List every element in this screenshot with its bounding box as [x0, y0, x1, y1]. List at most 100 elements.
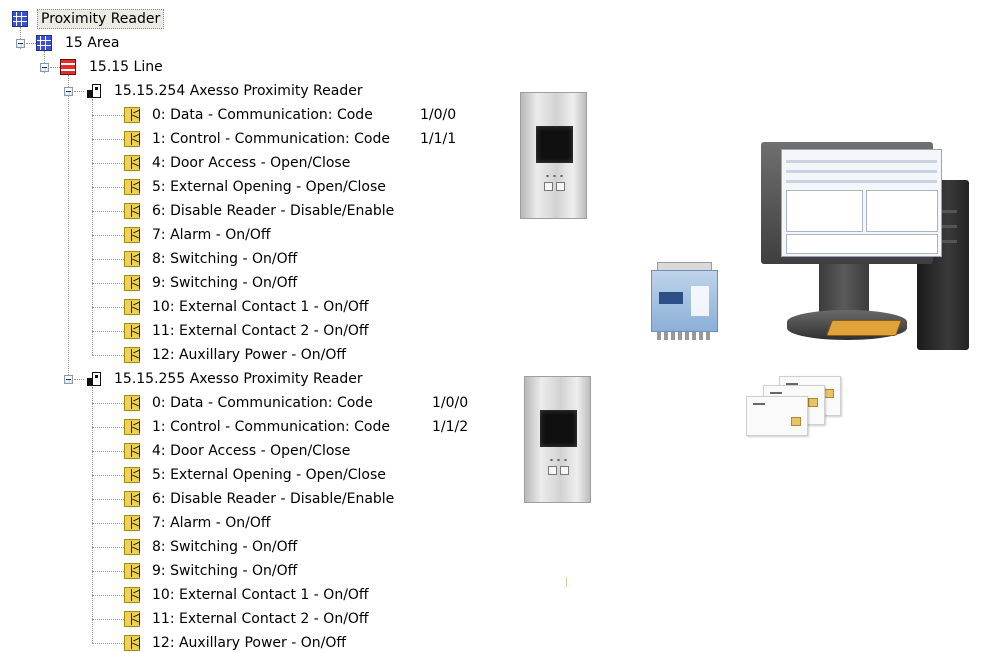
tree-connector	[92, 163, 124, 164]
communication-object-label: 4: Door Access - Open/Close	[152, 443, 351, 459]
communication-object-label: 10: External Contact 1 - On/Off	[152, 299, 369, 315]
communication-object-label: 9: Switching - On/Off	[152, 275, 298, 291]
tree-connector	[26, 43, 36, 44]
communication-object[interactable]: 6: Disable Reader - Disable/Enable	[149, 489, 397, 509]
communication-object[interactable]: 5: External Opening - Open/Close	[149, 177, 389, 197]
tree-node-line[interactable]: 15.15 Line	[86, 57, 166, 77]
tree-node-root-label: Proximity Reader	[37, 9, 165, 29]
collapse-icon[interactable]	[16, 39, 25, 48]
communication-object-icon	[124, 107, 140, 123]
communication-object[interactable]: 7: Alarm - On/Off	[149, 225, 274, 245]
communication-object-icon	[124, 395, 140, 411]
communication-object[interactable]: 4: Door Access - Open/Close	[149, 153, 353, 173]
communication-object-icon	[124, 515, 140, 531]
communication-object[interactable]: 1: Control - Communication: Code	[149, 129, 393, 149]
reader-leds	[548, 459, 568, 461]
reader-key	[560, 466, 569, 475]
communication-object-icon	[124, 491, 140, 507]
tree-connector	[92, 403, 124, 404]
communication-object-label: 10: External Contact 1 - On/Off	[152, 587, 369, 603]
computer-image	[747, 142, 975, 362]
communication-object[interactable]: 5: External Opening - Open/Close	[149, 465, 389, 485]
tree-connector	[92, 235, 124, 236]
tree-connector	[92, 187, 124, 188]
gateway-module-image	[651, 262, 718, 342]
communication-object[interactable]: 10: External Contact 1 - On/Off	[149, 297, 372, 317]
communication-object[interactable]: 4: Door Access - Open/Close	[149, 441, 353, 461]
communication-object-icon	[124, 611, 140, 627]
communication-object[interactable]: 12: Auxillary Power - On/Off	[149, 633, 349, 653]
tree-connector	[92, 283, 124, 284]
reader-screen	[536, 126, 573, 163]
card-reader-pad	[826, 320, 902, 336]
communication-object-icon	[124, 131, 140, 147]
communication-object[interactable]: 0: Data - Communication: Code	[149, 105, 376, 125]
tree-connector	[92, 475, 124, 476]
proximity-reader-image	[520, 92, 587, 219]
communication-object-icon	[124, 251, 140, 267]
communication-object-icon	[124, 539, 140, 555]
tree-node-line-label: 15.15 Line	[89, 59, 163, 75]
communication-object-icon	[124, 227, 140, 243]
communication-object[interactable]: 8: Switching - On/Off	[149, 249, 300, 269]
tree-node-area-label: 15 Area	[65, 35, 120, 51]
tree-connector	[92, 547, 124, 548]
tree-connector	[92, 571, 124, 572]
tree-node-device[interactable]: 15.15.254 Axesso Proximity Reader	[111, 81, 366, 101]
communication-object-icon	[124, 299, 140, 315]
monitor	[761, 142, 942, 264]
communication-object[interactable]: 0: Data - Communication: Code	[149, 393, 376, 413]
tree-connector	[92, 307, 124, 308]
communication-object[interactable]: 6: Disable Reader - Disable/Enable	[149, 201, 397, 221]
reader-key	[544, 182, 553, 191]
communication-object[interactable]: 9: Switching - On/Off	[149, 273, 300, 293]
communication-object[interactable]: 9: Switching - On/Off	[149, 561, 300, 581]
tree-node-device[interactable]: 15.15.255 Axesso Proximity Reader	[111, 369, 366, 389]
communication-object[interactable]: 1: Control - Communication: Code	[149, 417, 393, 437]
reader-leds	[544, 175, 564, 177]
tree-connector	[92, 259, 124, 260]
communication-object-label: 9: Switching - On/Off	[152, 563, 298, 579]
communication-object-label: 1: Control - Communication: Code	[152, 419, 390, 435]
communication-object-label: 7: Alarm - On/Off	[152, 515, 271, 531]
tree-connector	[92, 355, 124, 356]
collapse-icon[interactable]	[64, 87, 73, 96]
tree-connector	[68, 75, 69, 379]
communication-object[interactable]: 12: Auxillary Power - On/Off	[149, 345, 349, 365]
communication-object-label: 1: Control - Communication: Code	[152, 131, 390, 147]
communication-object-label: 5: External Opening - Open/Close	[152, 467, 386, 483]
communication-object[interactable]: 10: External Contact 1 - On/Off	[149, 585, 372, 605]
tree-node-area[interactable]: 15 Area	[62, 33, 122, 53]
reader-screen	[540, 410, 577, 447]
group-address: 1/0/0	[420, 107, 457, 123]
device-tree: Proximity Reader 15 Area 15.15 Line 15.15.2…	[0, 0, 520, 653]
communication-object-label: 5: External Opening - Open/Close	[152, 179, 386, 195]
communication-object[interactable]: 11: External Contact 2 - On/Off	[149, 609, 372, 629]
communication-object-icon	[124, 419, 140, 435]
reader-key	[556, 182, 565, 191]
collapse-icon[interactable]	[40, 63, 49, 72]
tree-connector	[92, 451, 124, 452]
tree-node-device-label: 15.15.254 Axesso Proximity Reader	[114, 83, 363, 99]
tree-connector	[50, 67, 60, 68]
tree-connector	[92, 331, 124, 332]
tree-connector	[92, 619, 124, 620]
tree-connector	[92, 139, 124, 140]
communication-object-label: 6: Disable Reader - Disable/Enable	[152, 203, 395, 219]
tree-connector	[92, 643, 124, 644]
communication-object[interactable]: 8: Switching - On/Off	[149, 537, 300, 557]
communication-object-label: 8: Switching - On/Off	[152, 251, 298, 267]
communication-object[interactable]: 11: External Contact 2 - On/Off	[149, 321, 372, 341]
communication-object-label: 6: Disable Reader - Disable/Enable	[152, 491, 395, 507]
tree-node-root[interactable]: Proximity Reader	[37, 9, 165, 29]
tree-node-device-label: 15.15.255 Axesso Proximity Reader	[114, 371, 363, 387]
grid-icon	[36, 35, 52, 51]
communication-object-label: 7: Alarm - On/Off	[152, 227, 271, 243]
group-address: 1/0/0	[432, 395, 469, 411]
communication-object[interactable]: 7: Alarm - On/Off	[149, 513, 274, 533]
communication-object-label: 0: Data - Communication: Code	[152, 395, 373, 411]
communication-object-icon	[124, 467, 140, 483]
line-icon	[60, 59, 76, 75]
proximity-reader-image	[524, 376, 591, 503]
collapse-icon[interactable]	[64, 375, 73, 384]
